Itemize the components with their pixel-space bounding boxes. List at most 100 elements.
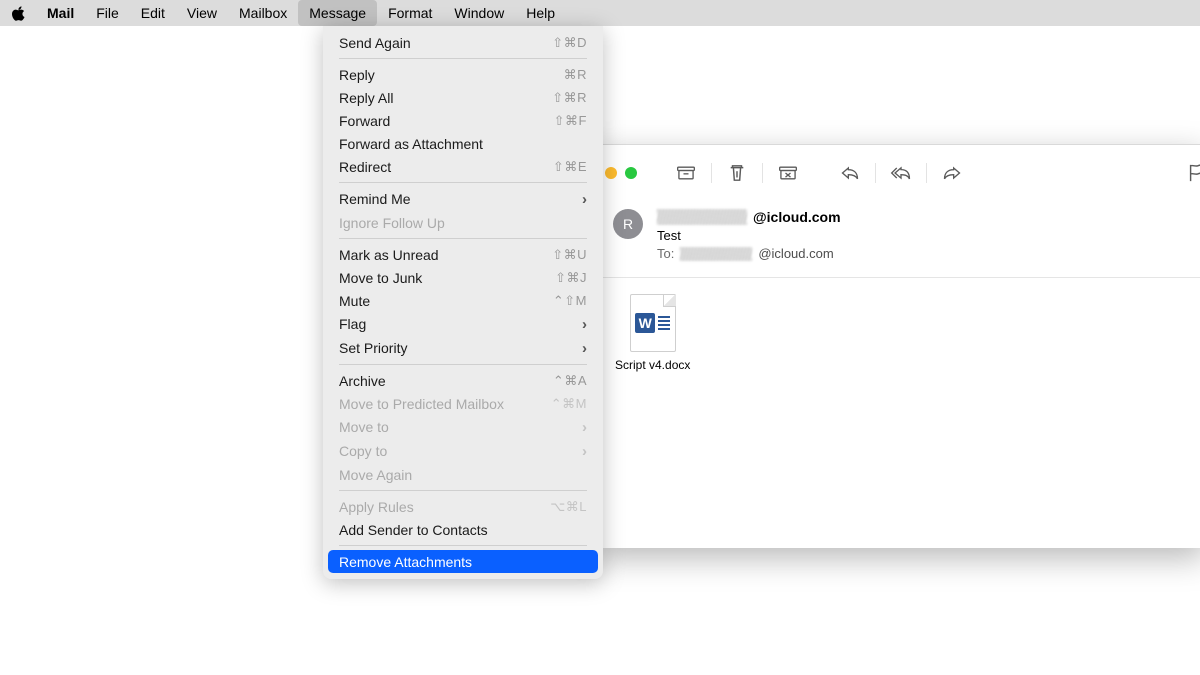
chevron-right-icon: › bbox=[582, 443, 587, 460]
menu-separator bbox=[339, 545, 587, 546]
menu-item-label: Move to Junk bbox=[339, 270, 422, 286]
minimize-icon[interactable] bbox=[605, 167, 617, 179]
menu-item-archive[interactable]: Archive⌃⌘A bbox=[323, 369, 603, 392]
avatar: R bbox=[613, 209, 643, 239]
chevron-right-icon: › bbox=[582, 340, 587, 357]
menu-item-remind-me[interactable]: Remind Me › bbox=[323, 187, 603, 211]
menu-shortcut: ⇧⌘F bbox=[554, 113, 587, 129]
menu-item-move-to-predicted-mailbox: Move to Predicted Mailbox ⌃⌘M bbox=[323, 392, 603, 415]
menu-item-remove-attachments[interactable]: Remove Attachments bbox=[328, 550, 598, 573]
word-document-icon: W bbox=[630, 294, 676, 352]
menu-separator bbox=[339, 238, 587, 239]
menu-item-move-to-junk[interactable]: Move to Junk⇧⌘J bbox=[323, 266, 603, 289]
menubar-item-help[interactable]: Help bbox=[515, 0, 566, 26]
menu-item-apply-rules: Apply Rules ⌥⌘L bbox=[323, 495, 603, 518]
toolbar-separator bbox=[875, 163, 876, 183]
menubar-app[interactable]: Mail bbox=[36, 0, 85, 26]
email-toolbar bbox=[595, 145, 1200, 201]
attachment-name: Script v4.docx bbox=[615, 358, 690, 372]
redacted-to-name bbox=[680, 247, 752, 261]
menubar-item-file[interactable]: File bbox=[85, 0, 130, 26]
menubar-item-window[interactable]: Window bbox=[443, 0, 515, 26]
menu-shortcut: ⇧⌘E bbox=[553, 159, 587, 175]
menu-item-flag[interactable]: Flag › bbox=[323, 312, 603, 336]
menu-item-copy-to: Copy to › bbox=[323, 439, 603, 463]
apple-logo-icon[interactable] bbox=[8, 3, 28, 23]
email-body: W Script v4.docx bbox=[595, 278, 1200, 388]
menu-item-move-to: Move to › bbox=[323, 415, 603, 439]
email-header: R @icloud.com Test To: @icloud.com bbox=[595, 201, 1200, 278]
menu-separator bbox=[339, 364, 587, 365]
maximize-icon[interactable] bbox=[625, 167, 637, 179]
attachment[interactable]: W Script v4.docx bbox=[615, 294, 690, 372]
menu-item-mute[interactable]: Mute ⌃⇧M bbox=[323, 289, 603, 312]
email-subject: Test bbox=[657, 228, 841, 243]
menu-item-label: Copy to bbox=[339, 443, 387, 459]
flag-icon[interactable] bbox=[1181, 159, 1200, 187]
reply-all-icon[interactable] bbox=[886, 159, 916, 187]
menu-item-set-priority[interactable]: Set Priority › bbox=[323, 336, 603, 360]
menu-item-label: Mark as Unread bbox=[339, 247, 439, 263]
archive-icon[interactable] bbox=[671, 159, 701, 187]
window-traffic-lights[interactable] bbox=[605, 167, 637, 179]
menubar-item-message[interactable]: Message bbox=[298, 0, 377, 26]
menu-item-label: Remove Attachments bbox=[339, 554, 472, 570]
menu-separator bbox=[339, 182, 587, 183]
to-suffix: @icloud.com bbox=[758, 246, 833, 261]
menubar: Mail File Edit View Mailbox Message Form… bbox=[0, 0, 1200, 26]
trash-icon[interactable] bbox=[722, 159, 752, 187]
menu-item-add-sender-to-contacts[interactable]: Add Sender to Contacts bbox=[323, 518, 603, 541]
message-menu-dropdown: Send Again ⇧⌘D Reply⌘R Reply All ⇧⌘R Forward ⇧… bbox=[323, 26, 603, 579]
menu-shortcut: ⌥⌘L bbox=[550, 499, 587, 515]
from-line: @icloud.com bbox=[657, 209, 841, 225]
menubar-item-mailbox[interactable]: Mailbox bbox=[228, 0, 298, 26]
menu-shortcut: ⇧⌘D bbox=[552, 35, 587, 51]
menu-shortcut: ⇧⌘R bbox=[552, 90, 587, 106]
toolbar-separator bbox=[926, 163, 927, 183]
junk-icon[interactable] bbox=[773, 159, 803, 187]
toolbar-separator bbox=[762, 163, 763, 183]
menu-item-label: Archive bbox=[339, 373, 386, 389]
menu-shortcut: ⌘R bbox=[564, 67, 587, 83]
redacted-from-name bbox=[657, 209, 747, 225]
menu-item-label: Apply Rules bbox=[339, 499, 414, 515]
email-window: R @icloud.com Test To: @icloud.com W Scr… bbox=[595, 144, 1200, 548]
menu-item-label: Redirect bbox=[339, 159, 391, 175]
menu-item-label: Reply All bbox=[339, 90, 393, 106]
menu-item-ignore-follow-up: Ignore Follow Up bbox=[323, 211, 603, 234]
menu-item-forward-as-attachment[interactable]: Forward as Attachment bbox=[323, 132, 603, 155]
forward-icon[interactable] bbox=[937, 159, 967, 187]
menu-item-label: Forward bbox=[339, 113, 390, 129]
chevron-right-icon: › bbox=[582, 316, 587, 333]
menu-item-send-again[interactable]: Send Again ⇧⌘D bbox=[323, 31, 603, 54]
menu-item-label: Move Again bbox=[339, 467, 412, 483]
menu-item-move-again: Move Again bbox=[323, 463, 603, 486]
from-suffix: @icloud.com bbox=[753, 209, 841, 225]
menu-item-label: Set Priority bbox=[339, 340, 407, 356]
menu-item-redirect[interactable]: Redirect ⇧⌘E bbox=[323, 155, 603, 178]
menu-item-label: Move to bbox=[339, 419, 389, 435]
menu-item-label: Mute bbox=[339, 293, 370, 309]
menu-item-mark-as-unread[interactable]: Mark as Unread⇧⌘U bbox=[323, 243, 603, 266]
menu-item-label: Forward as Attachment bbox=[339, 136, 483, 152]
menu-item-reply[interactable]: Reply⌘R bbox=[323, 63, 603, 86]
menu-item-label: Remind Me bbox=[339, 191, 411, 207]
menu-shortcut: ⌃⇧M bbox=[553, 293, 587, 309]
reply-icon[interactable] bbox=[835, 159, 865, 187]
menu-item-reply-all[interactable]: Reply All ⇧⌘R bbox=[323, 86, 603, 109]
menu-separator bbox=[339, 490, 587, 491]
to-line: To: @icloud.com bbox=[657, 246, 841, 261]
toolbar-separator bbox=[711, 163, 712, 183]
menubar-item-format[interactable]: Format bbox=[377, 0, 443, 26]
menubar-item-edit[interactable]: Edit bbox=[130, 0, 176, 26]
menu-item-label: Ignore Follow Up bbox=[339, 215, 445, 231]
menubar-item-view[interactable]: View bbox=[176, 0, 228, 26]
menu-item-label: Move to Predicted Mailbox bbox=[339, 396, 504, 412]
chevron-right-icon: › bbox=[582, 419, 587, 436]
menu-item-label: Flag bbox=[339, 316, 366, 332]
chevron-right-icon: › bbox=[582, 191, 587, 208]
menu-item-label: Send Again bbox=[339, 35, 411, 51]
menu-item-label: Add Sender to Contacts bbox=[339, 522, 488, 538]
menu-shortcut: ⌃⌘M bbox=[551, 396, 587, 412]
menu-item-forward[interactable]: Forward ⇧⌘F bbox=[323, 109, 603, 132]
